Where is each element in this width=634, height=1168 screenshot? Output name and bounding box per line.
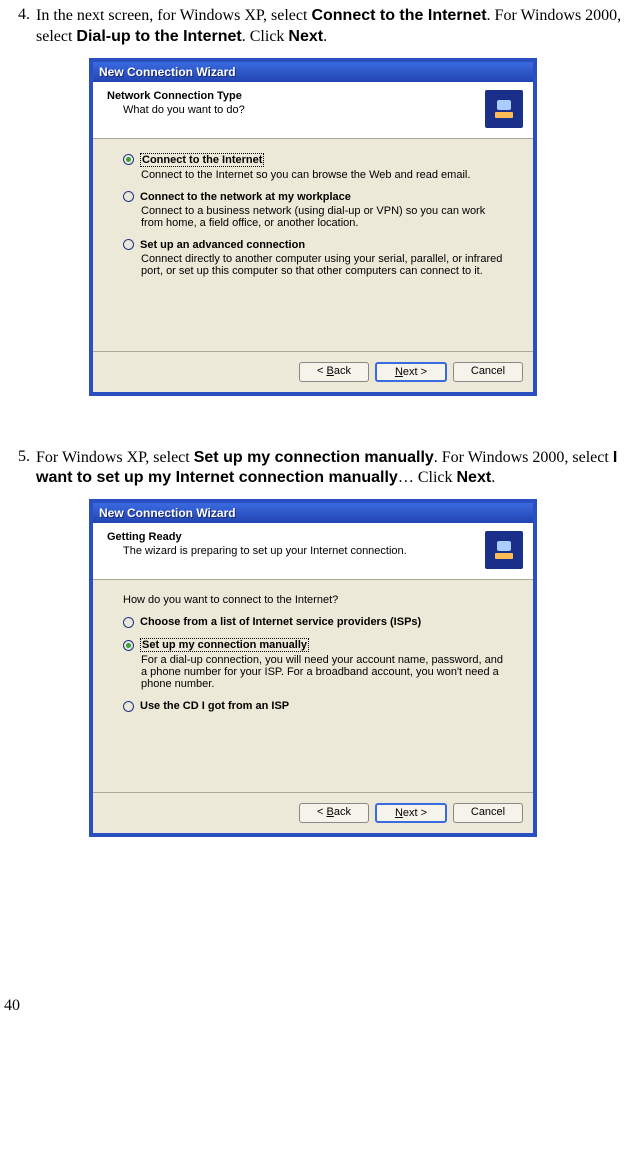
option-desc: Connect directly to another computer usi… [141,253,503,277]
text-bold: Next [288,28,323,45]
cancel-button[interactable]: Cancel [453,362,523,382]
step-4-number: 4. [0,6,36,48]
text-bold: Set up my connection manually [194,449,434,466]
wizard-1-header-sub: What do you want to do? [107,104,485,116]
radio-icon [123,701,134,712]
page-number: 40 [0,997,626,1015]
option-connect-workplace[interactable]: Connect to the network at my workplace C… [123,191,503,229]
text: . Click [242,28,289,45]
option-desc: Connect to the Internet so you can brows… [141,169,503,181]
text-bold: Connect to the Internet [311,7,486,24]
option-label: Set up my connection manually [140,638,309,652]
option-desc: Connect to a business network (using dia… [141,205,503,229]
wizard-icon [485,90,523,128]
radio-icon [123,191,134,202]
text: . [491,469,495,486]
text-bold: Dial-up to the Internet [76,28,241,45]
wizard-1-header-title: Network Connection Type [107,90,485,102]
option-use-cd[interactable]: Use the CD I got from an ISP [123,700,503,712]
next-button[interactable]: Next > [375,803,447,823]
wizard-2-header-sub: The wizard is preparing to set up your I… [107,545,485,557]
radio-icon [123,640,134,651]
step-5: 5. For Windows XP, select Set up my conn… [0,448,626,490]
wizard-2-content: How do you want to connect to the Intern… [93,580,533,792]
step-5-number: 5. [0,448,36,490]
option-label: Connect to the Internet [140,153,264,167]
wizard-icon [485,531,523,569]
back-button[interactable]: < Back [299,362,369,382]
wizard-1-buttonbar: < Back Next > Cancel [93,351,533,392]
wizard-1-header: Network Connection Type What do you want… [93,82,533,139]
option-connect-internet[interactable]: Connect to the Internet Connect to the I… [123,153,503,181]
back-button[interactable]: < Back [299,803,369,823]
option-label: Connect to the network at my workplace [140,191,351,203]
wizard-2-question: How do you want to connect to the Intern… [123,594,503,606]
text: … Click [398,469,457,486]
text: . [323,28,327,45]
text: For Windows XP, select [36,449,194,466]
wizard-2-header: Getting Ready The wizard is preparing to… [93,523,533,580]
cancel-button[interactable]: Cancel [453,803,523,823]
radio-icon [123,154,134,165]
radio-icon [123,239,134,250]
wizard-2-header-title: Getting Ready [107,531,485,543]
wizard-1-titlebar: New Connection Wizard [93,62,533,82]
step-4-body: In the next screen, for Windows XP, sele… [36,6,626,48]
option-label: Choose from a list of Internet service p… [140,616,421,628]
wizard-1-container: New Connection Wizard Network Connection… [0,58,626,396]
wizard-1: New Connection Wizard Network Connection… [89,58,537,396]
step-4: 4. In the next screen, for Windows XP, s… [0,6,626,48]
text: In the next screen, for Windows XP, sele… [36,7,311,24]
option-choose-isp-list[interactable]: Choose from a list of Internet service p… [123,616,503,628]
step-5-body: For Windows XP, select Set up my connect… [36,448,626,490]
option-desc: For a dial-up connection, you will need … [141,654,503,690]
text: . For Windows 2000, select [434,449,613,466]
wizard-2-buttonbar: < Back Next > Cancel [93,792,533,833]
option-label: Use the CD I got from an ISP [140,700,289,712]
option-set-up-manually[interactable]: Set up my connection manually For a dial… [123,638,503,690]
radio-icon [123,617,134,628]
wizard-1-content: Connect to the Internet Connect to the I… [93,139,533,351]
wizard-2: New Connection Wizard Getting Ready The … [89,499,537,837]
wizard-2-container: New Connection Wizard Getting Ready The … [0,499,626,837]
option-label: Set up an advanced connection [140,239,305,251]
option-advanced-connection[interactable]: Set up an advanced connection Connect di… [123,239,503,277]
text-bold: Next [457,469,492,486]
wizard-2-titlebar: New Connection Wizard [93,503,533,523]
next-button[interactable]: Next > [375,362,447,382]
